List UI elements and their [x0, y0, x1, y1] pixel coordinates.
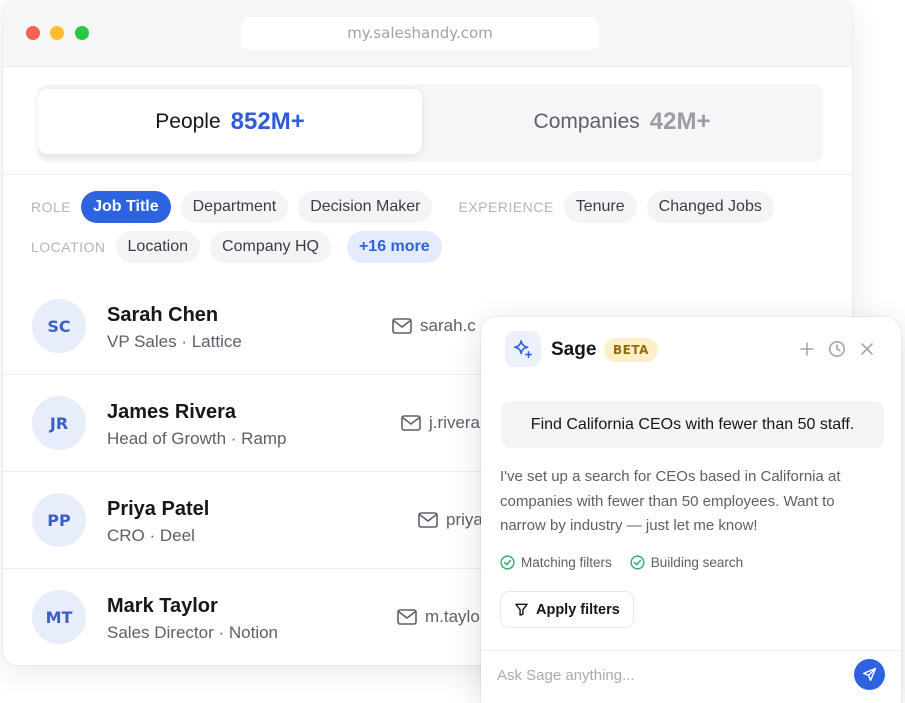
- step-label: Matching filters: [521, 555, 612, 570]
- step-building-search: Building search: [630, 555, 743, 570]
- filter-chip-location[interactable]: Location: [115, 231, 201, 263]
- beta-badge: BETA: [604, 338, 658, 362]
- more-filters-button[interactable]: +16 more: [346, 231, 442, 263]
- person-email[interactable]: sarah.c: [392, 316, 476, 336]
- person-role: Head of Growth · Ramp: [107, 429, 287, 448]
- apply-filters-label: Apply filters: [536, 601, 620, 618]
- person-email-text: j.rivera: [429, 413, 481, 432]
- mail-icon: [392, 318, 412, 334]
- person-role: VP Sales · Lattice: [107, 332, 242, 351]
- filter-chip-decision-maker[interactable]: Decision Maker: [298, 191, 433, 223]
- person-email-text: m.taylo: [425, 607, 480, 626]
- check-circle-icon: [500, 555, 515, 570]
- sparkles-icon: [505, 331, 541, 367]
- person-email-text: sarah.c: [420, 316, 476, 335]
- close-window-button[interactable]: [26, 26, 40, 40]
- history-clock-icon[interactable]: [827, 339, 847, 359]
- location-section-label: LOCATION: [31, 239, 106, 255]
- assistant-message: I've set up a search for CEOs based in C…: [500, 468, 841, 534]
- apply-filters-button[interactable]: Apply filters: [500, 591, 634, 628]
- person-name: Priya Patel: [107, 498, 210, 520]
- person-email[interactable]: m.taylo: [397, 607, 480, 627]
- divider: [481, 650, 901, 651]
- role-section-label: ROLE: [31, 199, 72, 215]
- person-email[interactable]: j.rivera: [401, 413, 480, 433]
- send-button[interactable]: [854, 659, 885, 690]
- filter-chip-changed-jobs[interactable]: Changed Jobs: [646, 191, 774, 223]
- mail-icon: [401, 415, 421, 431]
- tab-companies-count: 42M+: [649, 107, 711, 135]
- person-email-text: priya: [446, 510, 483, 529]
- filter-chip-tenure[interactable]: Tenure: [563, 191, 637, 223]
- check-circle-icon: [630, 555, 645, 570]
- avatar: SC: [32, 299, 86, 353]
- filter-chip-company-hq[interactable]: Company HQ: [210, 231, 331, 263]
- person-name: James Rivera: [107, 401, 236, 423]
- minimize-window-button[interactable]: [50, 26, 64, 40]
- tab-people-count: 852M+: [230, 107, 305, 135]
- experience-section-label: EXPERIENCE: [458, 199, 554, 215]
- filter-row-location: LOCATION Location Company HQ +16 more: [31, 231, 452, 263]
- step-matching-filters: Matching filters: [500, 555, 612, 570]
- tab-people[interactable]: People 852M+: [38, 89, 422, 154]
- person-name: Mark Taylor: [107, 595, 218, 617]
- mail-icon: [397, 609, 417, 625]
- new-chat-plus-icon[interactable]: [797, 339, 817, 359]
- filter-row-role: ROLE Job Title Department Decision Maker…: [31, 191, 784, 223]
- filter-chip-job-title[interactable]: Job Title: [81, 191, 171, 223]
- person-email[interactable]: priya: [418, 510, 483, 530]
- close-icon[interactable]: [857, 339, 877, 359]
- user-message-bubble: Find California CEOs with fewer than 50 …: [501, 401, 884, 448]
- person-role: CRO · Deel: [107, 526, 195, 545]
- avatar: MT: [32, 590, 86, 644]
- step-label: Building search: [650, 555, 744, 570]
- filter-chip-department[interactable]: Department: [180, 191, 289, 223]
- mail-icon: [418, 512, 438, 528]
- tab-companies[interactable]: Companies 42M+: [422, 89, 822, 154]
- tab-people-label: People: [155, 109, 221, 133]
- person-role: Sales Director · Notion: [107, 623, 279, 642]
- progress-steps: Matching filters Building search: [500, 555, 743, 570]
- tab-companies-label: Companies: [533, 109, 640, 133]
- sage-title: Sage: [551, 339, 597, 360]
- ask-sage-input[interactable]: [497, 663, 837, 687]
- sage-assistant-panel: Sage BETA Find California CEOs with fewe…: [481, 317, 901, 703]
- filter-funnel-icon: [515, 603, 528, 616]
- person-name: Sarah Chen: [107, 304, 219, 326]
- avatar: PP: [32, 493, 86, 547]
- divider: [3, 174, 852, 175]
- address-bar[interactable]: my.saleshandy.com: [241, 17, 599, 50]
- browser-titlebar: my.saleshandy.com: [3, 0, 852, 67]
- maximize-window-button[interactable]: [75, 26, 89, 40]
- avatar: JR: [32, 396, 86, 450]
- send-icon: [862, 667, 877, 682]
